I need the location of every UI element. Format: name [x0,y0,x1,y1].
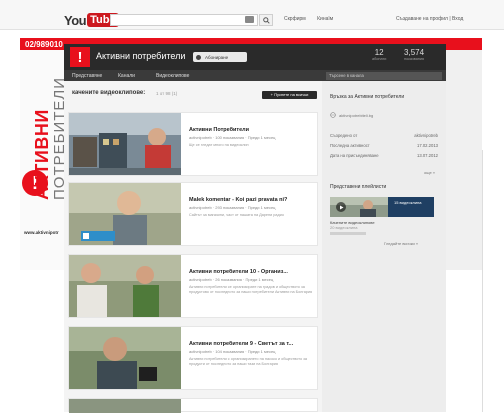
account-links[interactable]: Създаване на профил | Вход [396,16,463,22]
video-title[interactable]: Malek komentar - Koi pazi pravata ni? [189,197,315,203]
video-item[interactable]: Активни потребители 9 - Светът за т... a… [68,326,318,390]
stat-number: 3,574 [404,48,425,57]
video-meta: activnipotreb · 104 показвания · Преди 1… [189,349,276,354]
video-item[interactable]: Активни Потребители activnipotreb · 100 … [68,112,318,176]
video-item[interactable]: Активни потребители 10 - Организ... acti… [68,254,318,318]
video-meta: activnipotreb · 293 показвания · Преди 1… [189,205,276,210]
video-thumbnail-image [69,183,181,245]
info-value: aktivnipotreb [414,133,438,138]
play-icon [336,202,346,212]
playlist-count-badge: 15 видеоклипа [394,200,422,205]
video-thumbnail[interactable] [69,327,181,389]
video-thumbnail-image [69,327,181,389]
stat-label: абонати [372,57,387,61]
top-links: Скрфирм Кинаїм [284,16,343,22]
channel-title[interactable]: Активни потребители [96,51,185,61]
info-label: Последна активност [330,143,370,148]
section-count: 1 от 98 (1) [156,91,178,96]
video-thumbnail-image [69,113,181,175]
video-thumbnail[interactable] [69,183,181,245]
stat-number: 12 [374,48,384,57]
top-link-2[interactable]: Кинаїм [317,16,333,22]
stat-label: показвания [404,57,425,61]
channel-info-row: Дата на присъединяване 13.07.2012 [330,153,438,158]
website-link-label: aktivnipotrebiteli.bg [339,112,374,118]
playlist-thumbnail[interactable]: 15 видеоклипа [330,197,434,217]
video-thumbnail-image [69,255,181,317]
view-count: 3,574 показвания [404,48,424,61]
section-title: качените видеоклипове: [72,90,146,96]
phone-number: 02/989010 [25,40,63,49]
featured-playlists-heading: Представени плейлисти [330,184,387,190]
channel-info-row: Последна активност 17.02.2013 [330,143,438,148]
playlist-divider [330,232,366,235]
video-description: Активни потребители се организирате на г… [189,285,313,294]
subscribe-label: Абониране [205,54,229,60]
video-item[interactable] [68,398,318,413]
subscribe-icon [196,54,201,60]
channel-sidebar [322,81,446,412]
info-label: Дата на присъединяване [330,153,379,158]
website-link[interactable]: aktivnipotrebiteli.bg [330,112,373,118]
channel-info-row: Съоредено от aktivnipotreb [330,133,438,138]
video-item[interactable]: Malek komentar - Koi pazi pravata ni? ac… [68,182,318,246]
info-value: 13.07.2012 [417,153,438,158]
view-all-link[interactable]: Гледайте всички » [384,241,418,246]
video-meta: activnipotreb · 26 показвания · Преди 1 … [189,277,274,282]
video-meta: activnipotreb · 100 показвания · Преди 1… [189,135,276,140]
window-edge [482,150,504,412]
search-icon [262,16,270,24]
tab-channels[interactable]: Канали [118,73,135,79]
play-all-button[interactable]: + Пуснете на всички [262,91,317,99]
search-button[interactable] [259,14,273,26]
playlist-subtitle: 20 видеоклипа [330,225,358,230]
video-description: Активни потребители с организирането на … [189,357,308,366]
brand-logo-text: АКТИВНИ ПОТРЕБИТЕЛИ [32,77,68,200]
channel-search-input[interactable]: Търсене в канала [326,72,442,80]
browser-page: You Tube Скрфирм Кинаїм Създаване на про… [0,0,504,413]
playlist-title[interactable]: Качените видеоклипове 20 видеоклипа [330,220,410,230]
sidebar-heading: Връзка за Активни потребители [330,94,405,100]
logo-you-text: You [64,12,87,28]
info-value: 17.02.2013 [417,143,438,148]
video-description: Ще се гледат много на видеоклип [189,143,249,147]
video-description: Сайтът за магазини, част от нашата на Да… [189,213,284,217]
video-title[interactable]: Активни потребители 9 - Светът за т... [189,341,315,347]
channel-avatar-icon[interactable]: ! [70,47,90,67]
video-title[interactable]: Активни потребители 10 - Организ... [189,269,315,275]
video-thumbnail[interactable] [69,255,181,317]
globe-icon [330,112,336,118]
right-background-panel [446,50,482,270]
info-label: Съоредено от [330,133,358,138]
tab-videos[interactable]: Видеоклипове [156,73,189,79]
subscribe-button[interactable]: Абониране [193,52,247,62]
keyboard-icon[interactable] [245,16,254,23]
video-thumbnail[interactable] [69,399,181,413]
brand-url: www.aktivnipotr [24,230,59,235]
video-title[interactable]: Активни Потребители [189,127,315,133]
brand-text-main: АКТИВНИ [32,109,52,200]
show-more-link[interactable]: още » [424,170,435,175]
search-input[interactable] [110,14,258,26]
subscriber-count: 12 абонати [372,48,386,61]
video-thumbnail[interactable] [69,113,181,175]
tab-featured[interactable]: Представяне [72,73,102,79]
top-link-1[interactable]: Скрфирм [284,16,306,22]
